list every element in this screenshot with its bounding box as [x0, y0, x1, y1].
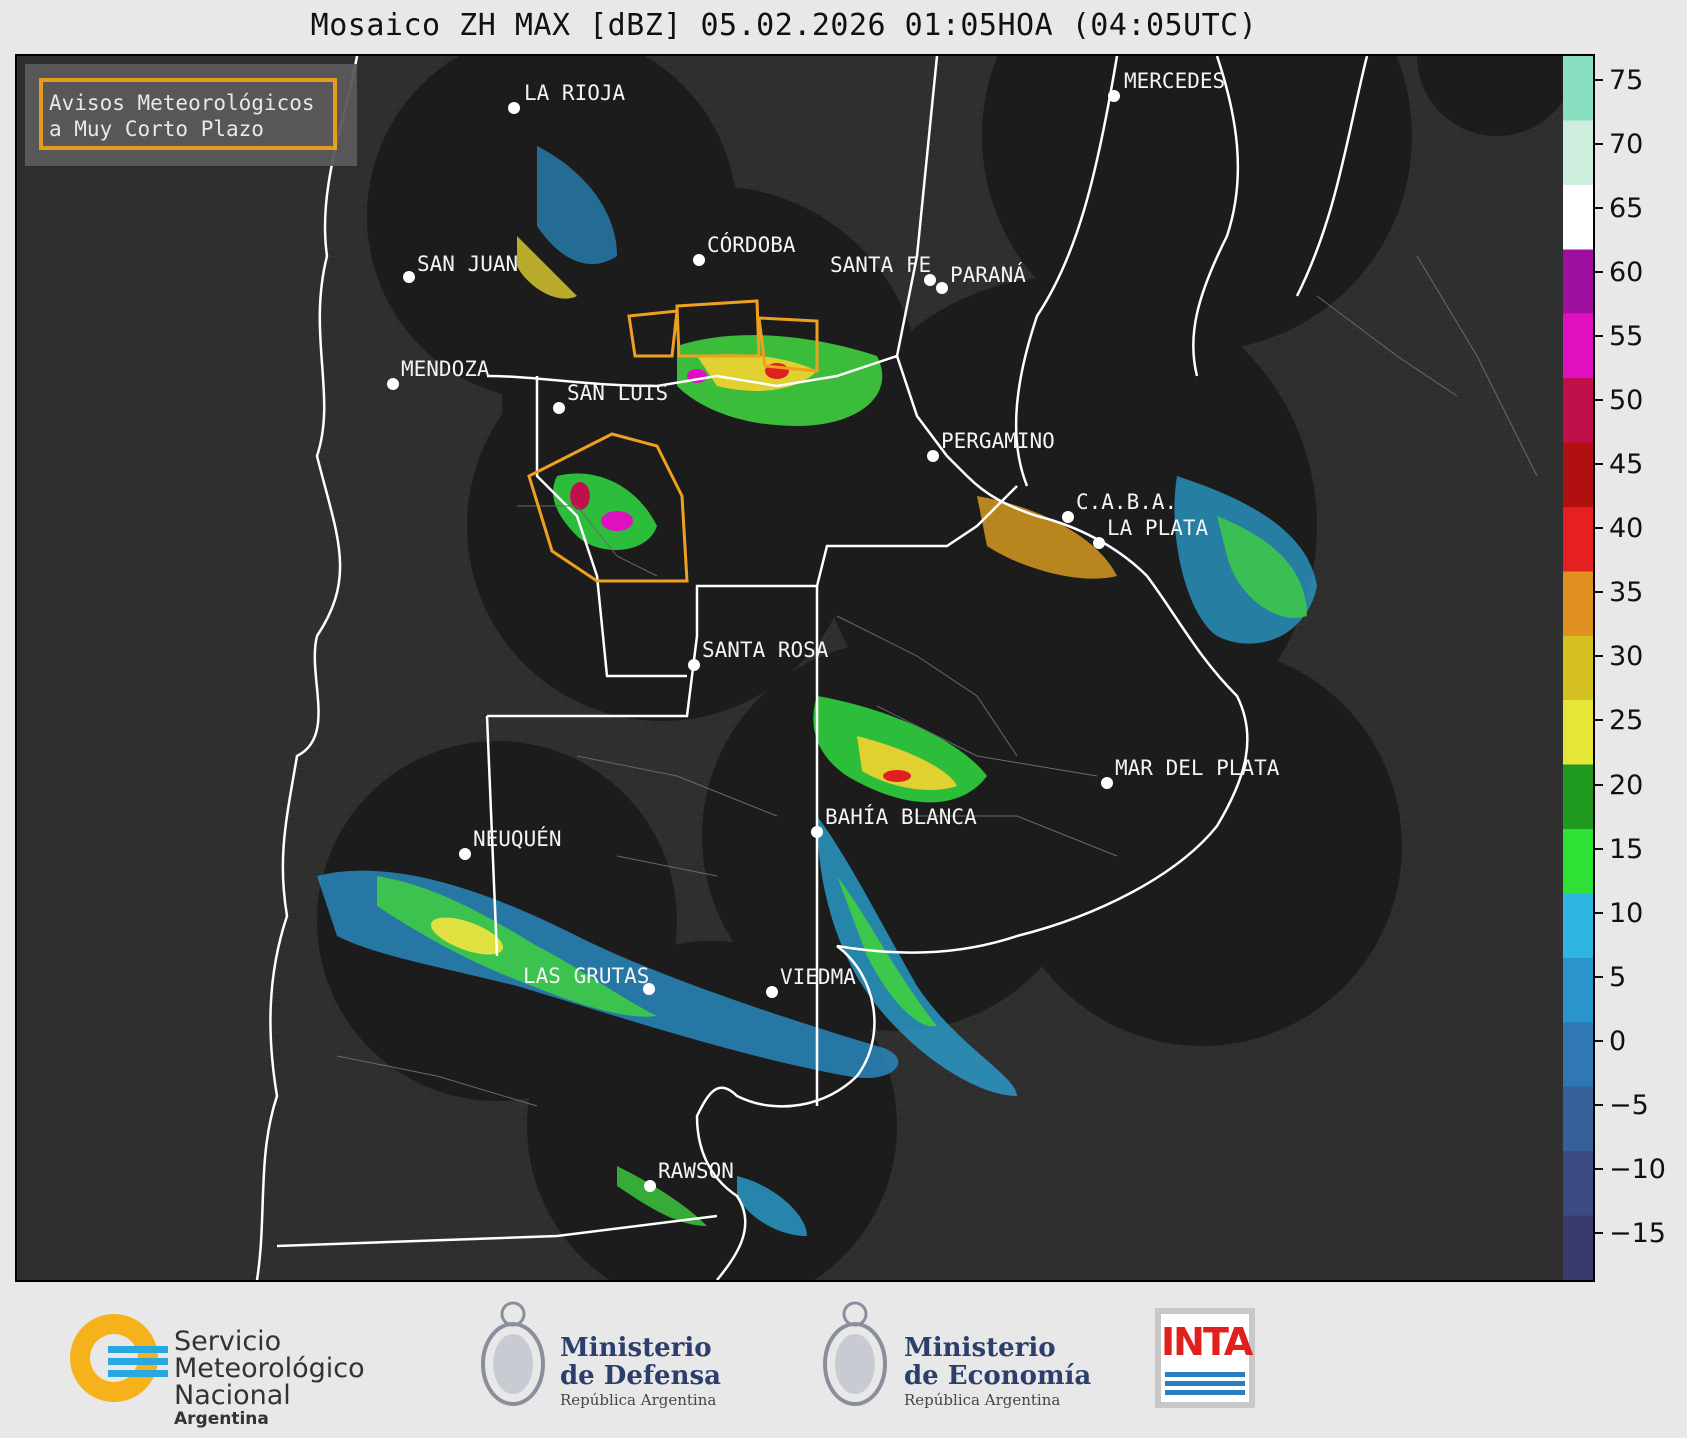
economia-line2: de Economía	[904, 1361, 1092, 1391]
colorbar-tick-label: 35	[1609, 577, 1644, 609]
defensa-line2: de Defensa	[560, 1361, 721, 1391]
colorbar-tick-label: 10	[1609, 897, 1644, 929]
warning-legend-line2: a Muy Corto Plazo	[49, 117, 264, 141]
colorbar	[1563, 54, 1595, 1282]
warning-legend: Avisos Meteorológicos a Muy Corto Plazo	[25, 64, 357, 166]
smn-line4: Argentina	[174, 1409, 269, 1429]
city-dot	[403, 271, 415, 283]
warning-legend-line1: Avisos Meteorológicos	[49, 91, 315, 115]
colorbar-tick-label: −10	[1609, 1154, 1666, 1186]
colorbar-tick-label: 65	[1609, 192, 1644, 224]
city-label: SAN LUIS	[567, 381, 668, 405]
city-dot	[927, 450, 939, 462]
colorbar-tick-label: 40	[1609, 513, 1644, 545]
defensa-line3: República Argentina	[560, 1391, 717, 1409]
city-dot	[387, 378, 399, 390]
inta-logo: INTA	[1155, 1308, 1255, 1408]
city-label: RAWSON	[658, 1159, 734, 1183]
city-dot	[553, 402, 565, 414]
city-label: C.A.B.A.	[1076, 490, 1177, 514]
city-dot	[688, 659, 700, 671]
defensa-line1: Ministerio	[560, 1333, 712, 1363]
smn-line2: Meteorológico	[174, 1353, 365, 1384]
colorbar-ticks: 75 70 65 60 55 50 45 40 35 30 25 20 15 10 5 0 −5 −10 −15	[1595, 54, 1685, 1278]
city-label: MENDOZA	[401, 357, 490, 381]
colorbar-tick-label: 15	[1609, 833, 1644, 865]
city-dot	[1093, 537, 1105, 549]
colorbar-tick-label: 0	[1609, 1025, 1627, 1057]
city-dot	[811, 826, 823, 838]
city-dot	[1101, 777, 1113, 789]
city-dot	[644, 1180, 656, 1192]
city-dot	[1062, 511, 1074, 523]
smn-emblem-icon	[70, 1314, 168, 1402]
city-label: NEUQUÉN	[473, 826, 562, 851]
city-dot	[693, 254, 705, 266]
city-dot	[508, 102, 520, 114]
colorbar-tick-label: 50	[1609, 385, 1644, 417]
colorbar-tick-label: 25	[1609, 705, 1644, 737]
city-label: SANTA ROSA	[702, 638, 829, 662]
colorbar-tick-label: 75	[1609, 64, 1644, 96]
city-label: PARANÁ	[950, 262, 1026, 287]
colorbar-tick-label: 70	[1609, 128, 1644, 160]
national-shield-icon	[823, 1301, 887, 1406]
city-label: MERCEDES	[1124, 69, 1225, 93]
city-label: BAHÍA BLANCA	[825, 804, 977, 829]
city-dot	[766, 986, 778, 998]
colorbar-tick-label: −15	[1609, 1218, 1666, 1250]
colorbar-tick-label: 45	[1609, 449, 1644, 481]
city-label: PERGAMINO	[941, 429, 1055, 453]
city-label: SANTA FE	[830, 253, 931, 277]
economia-line3: República Argentina	[904, 1391, 1061, 1409]
colorbar-tick-label: 60	[1609, 256, 1644, 288]
city-label: SAN JUAN	[417, 252, 518, 276]
inta-wordmark: INTA	[1161, 1320, 1253, 1364]
economia-line1: Ministerio	[904, 1333, 1056, 1363]
defensa-logo: Ministerio de Defensa República Argentin…	[478, 1296, 721, 1420]
city-label: CÓRDOBA	[707, 232, 796, 257]
city-label: LAS GRUTAS	[523, 964, 649, 988]
city-label: MAR DEL PLATA	[1115, 756, 1280, 780]
colorbar-tick-label: 20	[1609, 769, 1644, 801]
city-label: LA RIOJA	[524, 81, 626, 105]
city-dot	[936, 282, 948, 294]
city-dot	[459, 848, 471, 860]
smn-line3: Nacional	[174, 1380, 291, 1411]
national-shield-icon	[481, 1301, 545, 1406]
city-label: VIEDMA	[780, 965, 856, 989]
colorbar-tick-label: 55	[1609, 320, 1644, 352]
logo-strip: Servicio Meteorológico Nacional Argentin…	[0, 1282, 1687, 1438]
city-dot	[1108, 90, 1120, 102]
map-title: Mosaico ZH MAX [dBZ] 05.02.2026 01:05HOA…	[310, 8, 1258, 43]
colorbar-tick-label: 5	[1609, 961, 1627, 993]
radar-map[interactable]: LA RIOJA SAN JUAN CÓRDOBA SANTA FE PARANÁ MER…	[15, 54, 1565, 1282]
colorbar-tick-label: −5	[1609, 1089, 1649, 1121]
city-label: LA PLATA	[1107, 516, 1209, 540]
economia-logo: Ministerio de Economía República Argenti…	[820, 1296, 1091, 1420]
colorbar-tick-label: 30	[1609, 641, 1644, 673]
smn-logo: Servicio Meteorológico Nacional Argentin…	[64, 1306, 444, 1429]
map-canvas[interactable]: LA RIOJA SAN JUAN CÓRDOBA SANTA FE PARANÁ MER…	[17, 56, 1563, 1280]
smn-line1: Servicio	[174, 1326, 282, 1357]
